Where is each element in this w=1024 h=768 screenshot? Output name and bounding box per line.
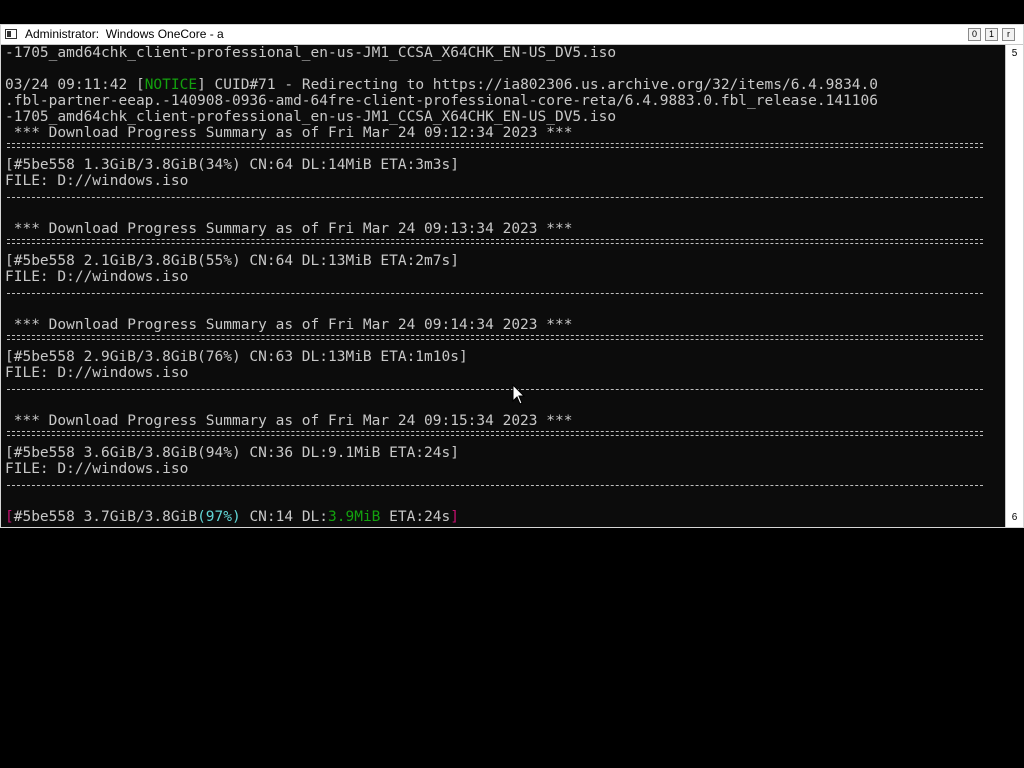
live-download-speed: 3.9MiB	[328, 509, 381, 525]
progress-line: [#5be558 2.1GiB/3.8GiB(55%) CN:64 DL:13M…	[5, 253, 459, 269]
notice-line: 03/24 09:11:42 [NOTICE] CUID#71 - Redire…	[5, 77, 878, 93]
mouse-cursor-icon	[512, 384, 526, 405]
progress-line: [#5be558 2.9GiB/3.8GiB(76%) CN:63 DL:13M…	[5, 349, 468, 365]
summary-header: *** Download Progress Summary as of Fri …	[5, 221, 573, 237]
live-close-bracket: ]	[450, 509, 459, 525]
console-window[interactable]: Administrator: Windows OneCore - a 0 1 r…	[0, 24, 1024, 528]
double-divider	[7, 431, 983, 436]
single-divider	[7, 485, 983, 486]
file-line: FILE: D://windows.iso	[5, 365, 189, 381]
single-divider	[7, 389, 983, 390]
summary-header: *** Download Progress Summary as of Fri …	[5, 125, 573, 141]
scroll-column[interactable]: 5 6	[1005, 45, 1023, 527]
window-title: Administrator: Windows OneCore - a	[25, 27, 224, 41]
file-line: FILE: D://windows.iso	[5, 269, 189, 285]
notice-open-bracket: [	[135, 77, 145, 93]
live-open-bracket: [	[5, 509, 14, 525]
scroll-up-marker[interactable]: 5	[1009, 47, 1020, 60]
console-line: .fbl-partner-eeap.-140908-0936-amd-64fre…	[5, 93, 878, 109]
live-id: #5be558 3.7GiB/3.8GiB	[13, 509, 198, 525]
live-eta: ETA:24s	[380, 509, 451, 525]
title-bar[interactable]: Administrator: Windows OneCore - a 0 1 r	[1, 25, 1023, 45]
system-menu-icon[interactable]	[5, 29, 17, 39]
single-divider	[7, 197, 983, 198]
notice-timestamp: 03/24 09:11:42	[5, 77, 136, 93]
summary-header: *** Download Progress Summary as of Fri …	[5, 317, 573, 333]
console-line: -1705_amd64chk_client-professional_en-us…	[5, 109, 617, 125]
progress-line: [#5be558 3.6GiB/3.8GiB(94%) CN:36 DL:9.1…	[5, 445, 459, 461]
notice-message: ] CUID#71 - Redirecting to https://ia802…	[197, 77, 878, 93]
close-button[interactable]: r	[1002, 28, 1015, 41]
live-connections: CN:14 DL:	[240, 509, 329, 525]
summary-header: *** Download Progress Summary as of Fri …	[5, 413, 573, 429]
single-divider	[7, 293, 983, 294]
live-percent: (97%)	[197, 509, 241, 525]
progress-line: [#5be558 1.3GiB/3.8GiB(34%) CN:64 DL:14M…	[5, 157, 459, 173]
console-output[interactable]: -1705_amd64chk_client-professional_en-us…	[5, 45, 1003, 529]
file-line: FILE: D://windows.iso	[5, 461, 189, 477]
minimize-button[interactable]: 0	[968, 28, 981, 41]
double-divider	[7, 239, 983, 244]
live-progress-line: [#5be558 3.7GiB/3.8GiB(97%) CN:14 DL:3.9…	[5, 509, 459, 525]
scroll-down-marker[interactable]: 6	[1009, 511, 1020, 524]
notice-tag: NOTICE	[144, 77, 198, 93]
maximize-button[interactable]: 1	[985, 28, 998, 41]
double-divider	[7, 335, 983, 340]
console-line: -1705_amd64chk_client-professional_en-us…	[5, 45, 617, 61]
double-divider	[7, 143, 983, 148]
file-line: FILE: D://windows.iso	[5, 173, 189, 189]
